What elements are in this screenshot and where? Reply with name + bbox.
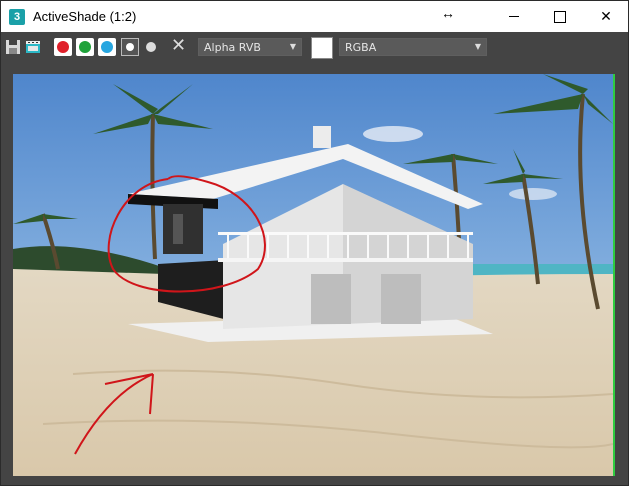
activeshade-window: 3 ActiveShade (1:2) ↔ ✕ ✕ Alpha RVB ▼ RG… bbox=[0, 0, 629, 486]
display-mode-dropdown[interactable]: RGBA ▼ bbox=[339, 38, 487, 56]
rendered-beach-house-image bbox=[13, 74, 613, 476]
blue-channel-icon bbox=[101, 41, 113, 53]
red-channel-toggle[interactable] bbox=[54, 38, 72, 56]
channel-display-dropdown[interactable]: Alpha RVB ▼ bbox=[198, 38, 302, 56]
maximize-button[interactable] bbox=[537, 1, 583, 32]
channel-display-value: Alpha RVB bbox=[204, 40, 261, 54]
alpha-channel-icon bbox=[126, 43, 134, 51]
close-button[interactable]: ✕ bbox=[583, 1, 629, 32]
resize-arrows-icon: ↔ bbox=[441, 5, 455, 21]
clear-image-button[interactable]: ✕ bbox=[171, 37, 186, 55]
chevron-down-icon: ▼ bbox=[289, 42, 296, 51]
minimize-icon bbox=[509, 16, 519, 17]
green-channel-icon bbox=[79, 41, 91, 53]
blue-channel-toggle[interactable] bbox=[98, 38, 116, 56]
minimize-button[interactable] bbox=[491, 1, 537, 32]
monochrome-toggle[interactable] bbox=[146, 42, 156, 52]
copy-image-icon[interactable] bbox=[25, 39, 41, 55]
display-mode-value: RGBA bbox=[345, 40, 377, 54]
chevron-down-icon: ▼ bbox=[474, 42, 481, 51]
save-image-icon[interactable] bbox=[5, 39, 21, 55]
render-toolbar: ✕ Alpha RVB ▼ RGBA ▼ bbox=[1, 32, 628, 62]
3dsmax-app-icon: 3 bbox=[9, 8, 25, 25]
green-channel-toggle[interactable] bbox=[76, 38, 94, 56]
render-viewport[interactable] bbox=[13, 74, 615, 476]
display-alpha-toggle[interactable] bbox=[121, 38, 139, 56]
maximize-icon bbox=[554, 10, 566, 23]
title-bar[interactable]: 3 ActiveShade (1:2) ↔ ✕ bbox=[1, 1, 628, 32]
close-icon: ✕ bbox=[600, 8, 612, 24]
red-channel-icon bbox=[57, 41, 69, 53]
window-title: ActiveShade (1:2) bbox=[33, 9, 137, 24]
pixel-color-swatch[interactable] bbox=[311, 37, 333, 59]
